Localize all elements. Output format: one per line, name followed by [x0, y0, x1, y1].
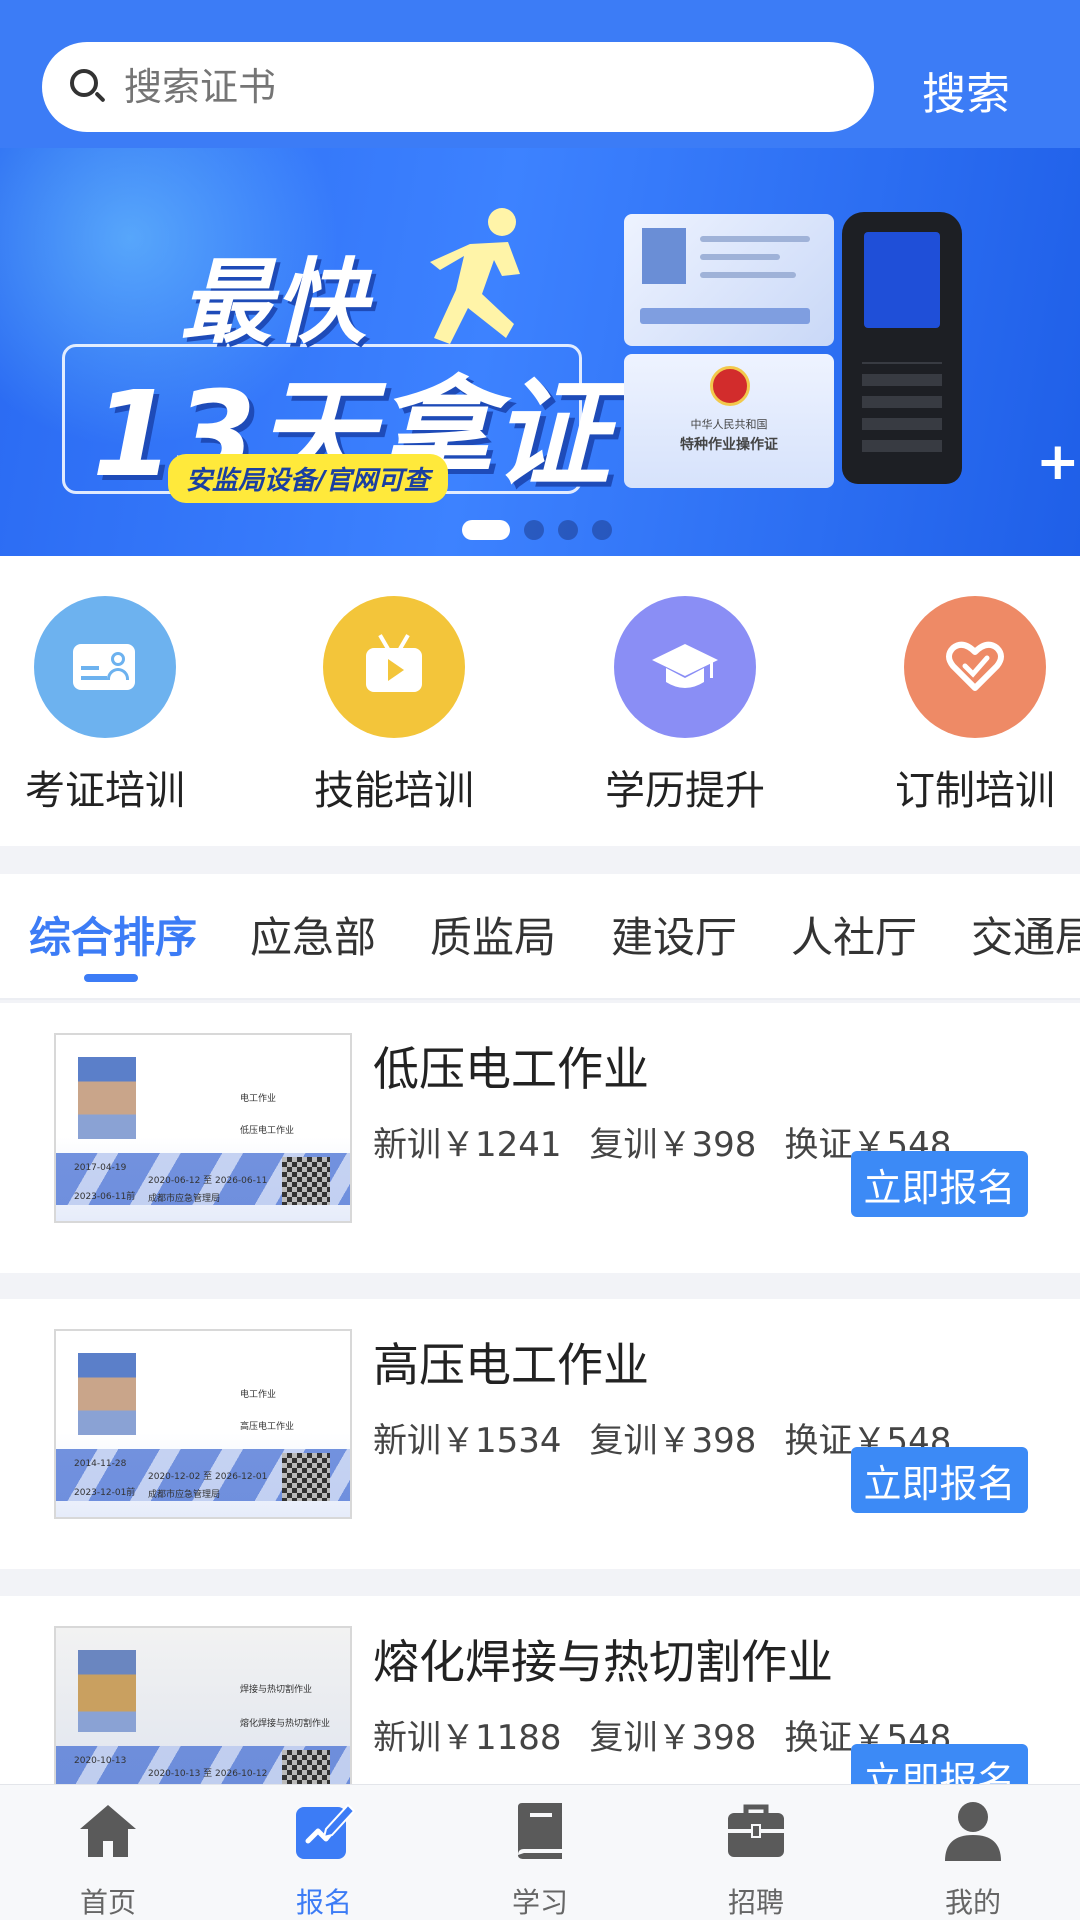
new-training-price: 新训￥1188	[373, 1718, 562, 1758]
card-review-date: 2023-12-01前	[74, 1488, 136, 1498]
card-type: 焊接与热切割作业	[240, 1685, 313, 1695]
category-skill-training[interactable]: 技能培训	[294, 596, 494, 816]
banner-subtitle: 安监局设备/官网可查	[168, 454, 448, 503]
national-emblem	[710, 366, 750, 406]
nav-label: 报名	[295, 1886, 352, 1919]
card-item: 熔化焊接与热切割作业	[240, 1719, 331, 1729]
course-title: 低压电工作业	[373, 1042, 649, 1096]
category-label: 考证培训	[25, 768, 185, 814]
tab-construction[interactable]: 建设厅	[611, 904, 737, 965]
card-item: 高压电工作业	[240, 1422, 295, 1432]
qr-code	[282, 1453, 330, 1501]
certificate-thumbnail: 电工作业 高压电工作业 2014-11-28 2020-12-02 至 2026…	[54, 1329, 352, 1519]
category-custom-training[interactable]: 订制培训	[875, 596, 1075, 816]
plus-icon: +	[1036, 432, 1080, 492]
nav-jobs[interactable]: 招聘	[686, 1799, 826, 1920]
carousel-dot[interactable]	[592, 520, 612, 540]
carousel-dot[interactable]	[558, 520, 578, 540]
card-first-date: 2017-04-19	[74, 1163, 127, 1173]
cert-country-text: 中华人民共和国	[690, 418, 768, 431]
card-issuer: 成都市应急管理局	[148, 1194, 221, 1204]
briefcase-icon	[728, 1804, 784, 1857]
user-icon	[945, 1802, 1001, 1861]
cert-card-front	[624, 214, 834, 346]
category-label: 学历提升	[605, 768, 765, 814]
nav-label: 学习	[511, 1886, 568, 1919]
card-valid-range: 2020-06-12 至 2026-06-11	[148, 1176, 268, 1186]
new-training-price: 新训￥1241	[373, 1125, 562, 1165]
search-bar[interactable]	[42, 42, 874, 132]
retraining-price: 复训￥398	[589, 1421, 757, 1461]
card-valid-range: 2020-12-02 至 2026-12-01	[148, 1472, 268, 1482]
home-icon	[80, 1805, 136, 1857]
handheld-scanner-image	[842, 212, 962, 484]
nav-label: 招聘	[727, 1886, 784, 1919]
retraining-price: 复训￥398	[589, 1718, 757, 1758]
card-review-date: 2023-06-11前	[74, 1192, 136, 1202]
nav-home[interactable]: 首页	[38, 1799, 178, 1920]
nav-study[interactable]: 学习	[470, 1799, 610, 1920]
category-label: 订制培训	[895, 768, 1055, 814]
tab-comprehensive[interactable]: 综合排序	[29, 904, 197, 965]
card-valid-range: 2020-10-13 至 2026-10-12	[148, 1769, 268, 1779]
course-title: 熔化焊接与热切割作业	[373, 1635, 833, 1689]
runner-icon	[430, 208, 520, 344]
card-first-date: 2020-10-13	[74, 1756, 127, 1766]
id-card-icon	[34, 596, 176, 738]
tab-emergency[interactable]: 应急部	[250, 904, 376, 965]
retraining-price: 复训￥398	[589, 1125, 757, 1165]
course-item[interactable]: 电工作业 低压电工作业 2017-04-19 2020-06-12 至 2026…	[0, 1003, 1080, 1273]
promo-banner[interactable]: 最快 13天拿证 安监局设备/官网可查 中华人民共和国 特种作业操作证 +	[0, 148, 1080, 556]
card-item: 低压电工作业	[240, 1126, 295, 1136]
nav-label: 首页	[79, 1886, 136, 1919]
filter-tabs: 综合排序 应急部 质监局 建设厅 人社厅 交通局	[0, 874, 1080, 1000]
cert-card-back: 中华人民共和国 特种作业操作证	[624, 354, 834, 488]
search-input[interactable]	[124, 65, 804, 109]
graduation-cap-icon	[614, 596, 756, 738]
tab-human-resources[interactable]: 人社厅	[791, 904, 917, 965]
carousel-dot-active[interactable]	[462, 520, 510, 540]
card-type: 电工作业	[240, 1390, 277, 1400]
category-education[interactable]: 学历提升	[585, 596, 785, 816]
bottom-nav: 首页 报名 学习 招聘 我的	[0, 1784, 1080, 1920]
course-item[interactable]: 电工作业 高压电工作业 2014-11-28 2020-12-02 至 2026…	[0, 1299, 1080, 1569]
heart-badge-icon	[904, 596, 1046, 738]
qr-code	[282, 1157, 330, 1205]
new-training-price: 新训￥1534	[373, 1421, 562, 1461]
card-issuer: 成都市应急管理局	[148, 1490, 221, 1500]
header: 搜索	[0, 0, 1080, 148]
carousel-dots	[462, 520, 612, 540]
course-title: 高压电工作业	[373, 1338, 649, 1392]
nav-label: 我的	[944, 1886, 1001, 1919]
edit-icon	[296, 1803, 356, 1859]
tv-play-icon	[323, 596, 465, 738]
nav-enroll[interactable]: 报名	[254, 1799, 394, 1920]
search-button[interactable]: 搜索	[922, 58, 1010, 122]
cert-title-text: 特种作业操作证	[680, 437, 778, 453]
carousel-dot[interactable]	[524, 520, 544, 540]
certificate-thumbnail: 电工作业 低压电工作业 2017-04-19 2020-06-12 至 2026…	[54, 1033, 352, 1223]
tab-indicator	[84, 974, 138, 982]
enroll-button[interactable]: 立即报名	[851, 1151, 1028, 1217]
book-icon	[518, 1803, 562, 1859]
card-type: 电工作业	[240, 1094, 277, 1104]
category-grid: 考证培训 技能培训 学历提升 订制培训	[0, 556, 1080, 846]
nav-profile[interactable]: 我的	[903, 1799, 1043, 1920]
category-exam-training[interactable]: 考证培训	[5, 596, 205, 816]
search-icon	[68, 67, 108, 107]
tab-transport[interactable]: 交通局	[971, 904, 1080, 965]
enroll-button[interactable]: 立即报名	[851, 1447, 1028, 1513]
category-label: 技能培训	[314, 768, 474, 814]
tab-quality-supervision[interactable]: 质监局	[430, 904, 556, 965]
card-first-date: 2014-11-28	[74, 1459, 127, 1469]
